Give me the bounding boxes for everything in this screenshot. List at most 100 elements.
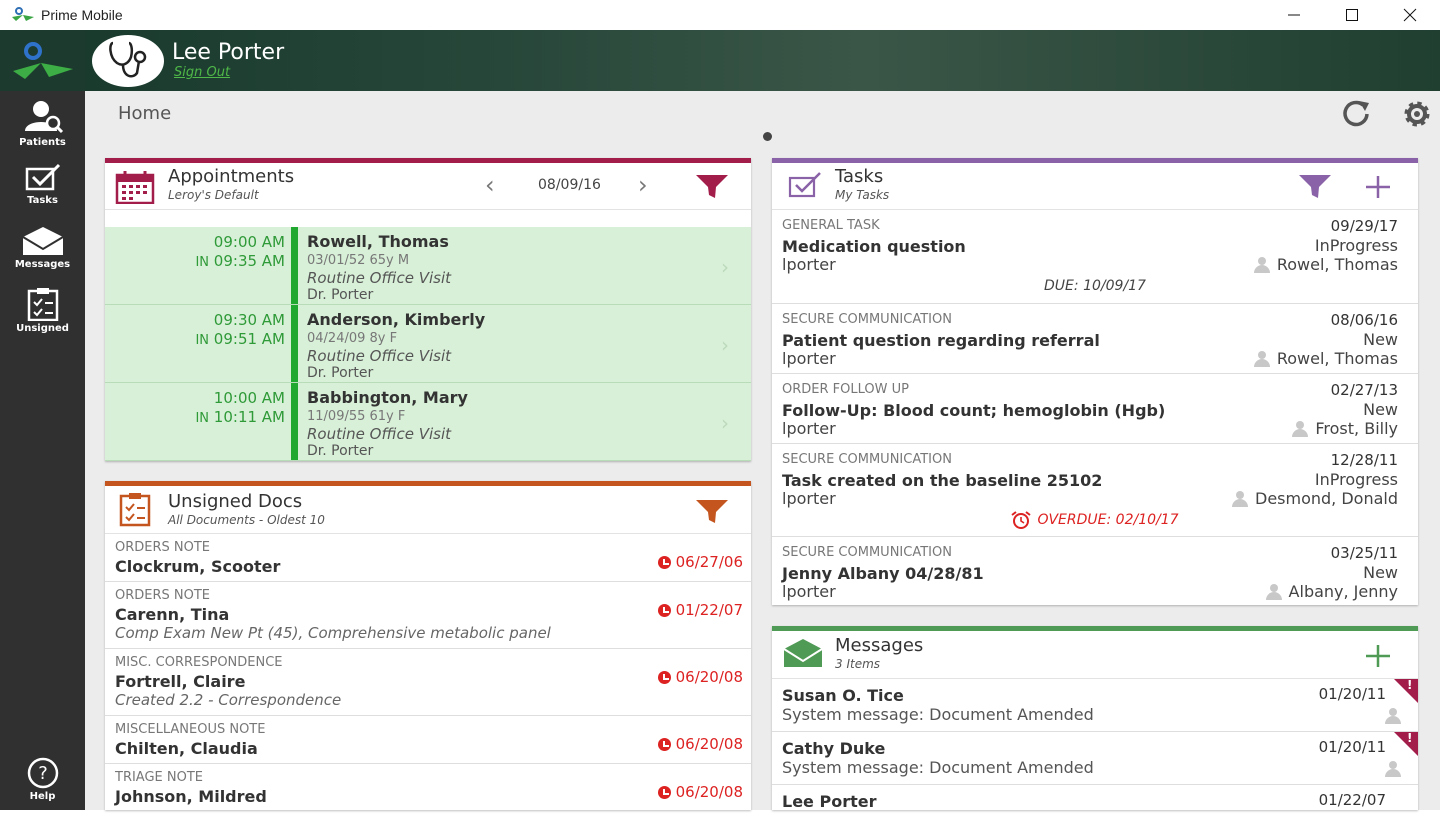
document-row[interactable]: MISC. CORRESPONDENCE Fortrell, Claire Cr… bbox=[105, 649, 751, 716]
task-row[interactable]: ORDER FOLLOW UP Follow-Up: Blood count; … bbox=[772, 374, 1418, 444]
person-icon bbox=[1231, 490, 1249, 507]
message-text: System message: Document Amended bbox=[782, 758, 1094, 777]
task-patient: Albany, Jenny bbox=[1265, 582, 1398, 601]
filter-icon[interactable] bbox=[1298, 173, 1332, 199]
task-status: New bbox=[1363, 330, 1398, 349]
visit-type: Routine Office Visit bbox=[307, 347, 451, 365]
document-date: 06/20/08 bbox=[657, 735, 743, 753]
prime-app-icon bbox=[12, 7, 34, 21]
person-icon bbox=[1291, 420, 1309, 437]
document-type: MISCELLANEOUS NOTE bbox=[115, 722, 266, 737]
window-title: Prime Mobile bbox=[41, 7, 123, 23]
clock-alert-icon bbox=[657, 785, 671, 799]
sign-out-link[interactable]: Sign Out bbox=[174, 65, 230, 80]
clock-alert-icon bbox=[657, 555, 671, 569]
envelope-icon bbox=[21, 227, 64, 255]
patient-name: Anderson, Kimberly bbox=[307, 310, 486, 329]
minimize-button[interactable] bbox=[1265, 0, 1323, 30]
priority-flag: ! bbox=[1394, 678, 1418, 703]
task-owner: lporter bbox=[782, 255, 836, 274]
page-indicator-dot[interactable] bbox=[763, 132, 772, 141]
message-sender: Cathy Duke bbox=[782, 739, 886, 758]
sidebar-item-messages[interactable]: Messages bbox=[0, 225, 85, 287]
task-type: ORDER FOLLOW UP bbox=[782, 382, 909, 397]
clock-alert-icon bbox=[657, 737, 671, 751]
prime-logo[interactable] bbox=[0, 30, 85, 91]
close-button[interactable] bbox=[1381, 0, 1439, 30]
task-row[interactable]: SECURE COMMUNICATION Patient question re… bbox=[772, 304, 1418, 374]
sidebar-item-label: Patients bbox=[19, 137, 66, 148]
sidebar-nav: Patients Tasks Messages Unsigned ? Help bbox=[0, 91, 85, 810]
filter-icon[interactable] bbox=[695, 498, 729, 524]
close-icon bbox=[1403, 8, 1417, 22]
appointment-row[interactable]: 09:30 AM IN 09:51 AM Anderson, Kimberly … bbox=[105, 305, 751, 383]
add-icon[interactable] bbox=[1364, 175, 1392, 199]
patient-name: Clockrum, Scooter bbox=[115, 557, 281, 576]
filter-icon[interactable] bbox=[695, 173, 729, 199]
status-bar bbox=[291, 227, 298, 304]
messages-subtitle: 3 Items bbox=[835, 657, 881, 671]
document-type: TRIAGE NOTE bbox=[115, 770, 204, 785]
document-row[interactable]: TRIAGE NOTE Johnson, Mildred 06/20/08 bbox=[105, 764, 751, 810]
message-date: 01/20/11 bbox=[1318, 685, 1386, 703]
document-date: 01/22/07 bbox=[657, 601, 743, 619]
visit-type: Routine Office Visit bbox=[307, 425, 451, 443]
message-row[interactable]: Lee Porter 01/22/07 bbox=[772, 785, 1418, 810]
appointment-row[interactable]: 09:00 AM IN 09:35 AM Rowell, Thomas 03/0… bbox=[105, 227, 751, 305]
document-date: 06/20/08 bbox=[657, 783, 743, 801]
next-day-button[interactable]: › bbox=[638, 171, 648, 199]
checkin-label: IN bbox=[195, 411, 210, 426]
previous-day-button[interactable]: ‹ bbox=[485, 171, 495, 199]
message-row[interactable]: Susan O. Tice System message: Document A… bbox=[772, 678, 1418, 732]
sidebar-item-tasks[interactable]: Tasks bbox=[0, 163, 85, 225]
date-text: 06/20/08 bbox=[675, 668, 743, 686]
maximize-button[interactable] bbox=[1323, 0, 1381, 30]
task-date: 08/06/16 bbox=[1330, 311, 1398, 329]
document-row[interactable]: ORDERS NOTE Clockrum, Scooter 06/27/06 bbox=[105, 534, 751, 582]
appointment-row[interactable]: 10:00 AM IN 10:11 AM Babbington, Mary 11… bbox=[105, 383, 751, 461]
appointments-subtitle: Leroy's Default bbox=[168, 188, 259, 202]
appointment-checkin: IN 09:35 AM bbox=[195, 252, 285, 270]
settings-button[interactable] bbox=[1397, 99, 1437, 129]
patient-name: Frost, Billy bbox=[1315, 419, 1398, 438]
task-owner: lporter bbox=[782, 489, 836, 508]
tasks-panel: Tasks My Tasks GENERAL TASK Medication q… bbox=[772, 158, 1418, 605]
task-date: 09/29/17 bbox=[1330, 217, 1398, 235]
task-type: SECURE COMMUNICATION bbox=[782, 545, 952, 560]
patient-search-icon bbox=[24, 101, 63, 134]
chevron-right-icon: › bbox=[721, 333, 729, 357]
task-date: 12/28/11 bbox=[1330, 451, 1398, 469]
app-header: Lee Porter Sign Out bbox=[0, 30, 1440, 91]
sidebar-item-label: Messages bbox=[14, 259, 71, 270]
person-icon bbox=[1265, 583, 1283, 600]
message-sender: Lee Porter bbox=[782, 792, 877, 810]
task-name: Patient question regarding referral bbox=[782, 331, 1100, 350]
priority-flag-mark: ! bbox=[1407, 731, 1413, 745]
patient-name: Rowell, Thomas bbox=[307, 232, 449, 251]
message-row[interactable]: Cathy Duke System message: Document Amen… bbox=[772, 731, 1418, 785]
add-icon[interactable] bbox=[1364, 644, 1392, 668]
task-row[interactable]: SECURE COMMUNICATION Task created on the… bbox=[772, 444, 1418, 537]
task-owner: lporter bbox=[782, 419, 836, 438]
document-description: Created 2.2 - Correspondence bbox=[115, 691, 342, 709]
refresh-button[interactable] bbox=[1337, 99, 1377, 129]
user-avatar[interactable] bbox=[92, 35, 164, 87]
document-row[interactable]: ORDERS NOTE Carenn, Tina Comp Exam New P… bbox=[105, 582, 751, 649]
sidebar-item-label: Unsigned bbox=[16, 323, 69, 334]
document-row[interactable]: MISCELLANEOUS NOTE Chilten, Claudia 06/2… bbox=[105, 716, 751, 764]
clipboard-icon bbox=[119, 493, 151, 527]
logo-icon bbox=[12, 41, 73, 79]
checkin-time: 10:11 AM bbox=[213, 408, 285, 426]
task-owner: lporter bbox=[782, 582, 836, 601]
status-bar bbox=[291, 305, 298, 382]
overdue-text: OVERDUE: 02/10/17 bbox=[1037, 512, 1179, 528]
sidebar-item-patients[interactable]: Patients bbox=[0, 99, 85, 161]
task-row[interactable]: SECURE COMMUNICATION Jenny Albany 04/28/… bbox=[772, 537, 1418, 605]
appointments-list: 09:00 AM IN 09:35 AM Rowell, Thomas 03/0… bbox=[105, 227, 751, 461]
task-row[interactable]: GENERAL TASK Medication question lporter… bbox=[772, 210, 1418, 304]
unsigned-docs-title: Unsigned Docs bbox=[168, 491, 303, 512]
date-text: 06/20/08 bbox=[675, 783, 743, 801]
task-patient: Frost, Billy bbox=[1291, 419, 1398, 438]
sidebar-item-unsigned[interactable]: Unsigned bbox=[0, 287, 85, 349]
task-status: InProgress bbox=[1314, 470, 1398, 489]
